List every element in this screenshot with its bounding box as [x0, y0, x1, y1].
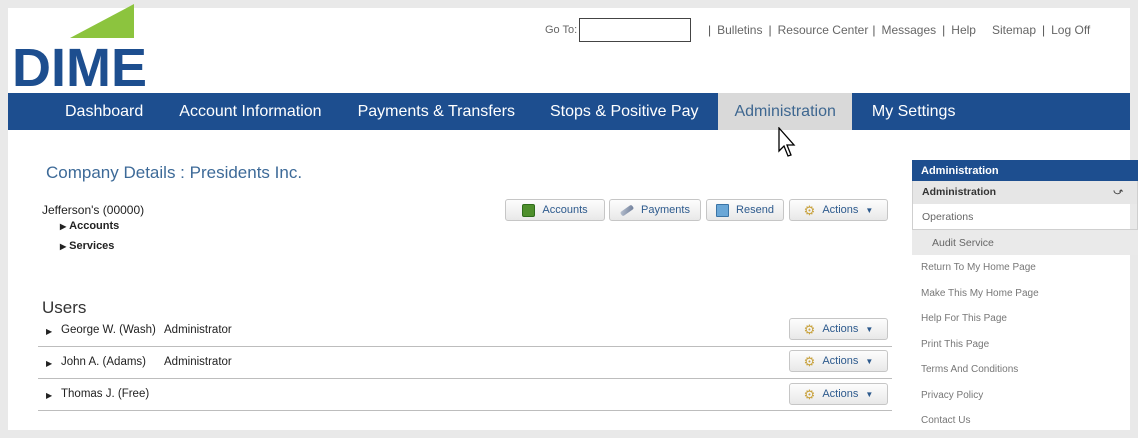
sidebar-link-print[interactable]: Print This Page — [912, 332, 1138, 358]
top-links: | Bulletins | Resource Center | Messages… — [708, 23, 1091, 37]
gear-icon: ⚙ — [803, 386, 816, 402]
mouse-cursor-icon — [778, 126, 798, 164]
sidebar-link-privacy[interactable]: Privacy Policy — [912, 383, 1138, 409]
user-actions-button[interactable]: ⚙ Actions ▼ — [789, 383, 888, 405]
chevron-down-icon: ▼ — [865, 324, 874, 334]
sidebar-menu: Administration ⤻ Operations — [912, 181, 1138, 230]
sidebar-link-make-home[interactable]: Make This My Home Page — [912, 281, 1138, 307]
resend-button[interactable]: Resend — [706, 199, 784, 221]
wrench-icon — [619, 203, 635, 217]
main-nav: Dashboard Account Information Payments &… — [8, 93, 1130, 130]
expand-triangle-icon: ▶ — [46, 327, 53, 336]
gear-icon: ⚙ — [803, 202, 816, 218]
chevron-down-icon: ▼ — [865, 205, 874, 215]
accounts-icon — [522, 203, 536, 217]
link-help[interactable]: Help — [951, 23, 976, 37]
user-row[interactable]: ▶ John A. (Adams) Administrator — [38, 347, 892, 379]
tab-account-information[interactable]: Account Information — [179, 93, 321, 130]
user-row[interactable]: ▶ George W. (Wash) Administrator — [38, 315, 892, 347]
page-title: Company Details : Presidents Inc. — [46, 163, 303, 182]
services-expander[interactable]: ▶ Services — [60, 240, 114, 252]
payments-button-label: Payments — [641, 204, 690, 216]
goto-label: Go To: — [545, 24, 578, 36]
gear-icon: ⚙ — [803, 353, 816, 369]
sidebar-item-operations[interactable]: Operations — [913, 204, 1137, 229]
logo-text: DIME — [12, 38, 147, 88]
accounts-expander-label: Accounts — [69, 220, 120, 232]
tab-administration[interactable]: Administration — [718, 93, 852, 130]
gear-icon: ⚙ — [803, 321, 816, 337]
expand-triangle-icon: ▶ — [60, 221, 67, 231]
user-role: Administrator — [164, 356, 232, 368]
resend-icon — [716, 203, 730, 217]
actions-label: Actions — [822, 204, 859, 216]
chevron-down-icon: ▼ — [865, 389, 874, 399]
accounts-expander[interactable]: ▶ Accounts — [60, 220, 119, 232]
user-actions-button[interactable]: ⚙ Actions ▼ — [789, 350, 888, 372]
payments-button[interactable]: Payments — [609, 199, 701, 221]
expand-triangle-icon: ▶ — [60, 241, 67, 251]
sidebar-header: Administration — [912, 160, 1138, 181]
sidebar-link-return-home[interactable]: Return To My Home Page — [912, 255, 1138, 281]
tab-payments-transfers[interactable]: Payments & Transfers — [358, 93, 515, 130]
user-name: Thomas J. (Free) — [61, 388, 150, 400]
actions-label: Actions — [822, 355, 859, 367]
user-role: Administrator — [164, 324, 232, 336]
sidebar-link-help[interactable]: Help For This Page — [912, 306, 1138, 332]
user-name: George W. (Wash) — [61, 324, 156, 336]
sidebar-link-contact[interactable]: Contact Us — [912, 408, 1138, 434]
expand-triangle-icon: ▶ — [46, 391, 53, 400]
sidebar-item-label: Administration — [922, 186, 997, 198]
return-arrow-icon: ⤻ — [1113, 186, 1123, 196]
link-bulletins[interactable]: Bulletins — [717, 23, 762, 37]
user-name: John A. (Adams) — [61, 356, 147, 368]
actions-label: Actions — [822, 323, 859, 335]
link-log-off[interactable]: Log Off — [1051, 23, 1090, 37]
tab-stops-positive-pay[interactable]: Stops & Positive Pay — [550, 93, 699, 130]
resend-button-label: Resend — [736, 204, 774, 216]
goto-input[interactable] — [579, 18, 692, 42]
admin-sidebar: Administration Administration ⤻ Operatio… — [912, 160, 1138, 434]
sidebar-item-audit-service[interactable]: Audit Service — [912, 230, 1138, 255]
user-row[interactable]: ▶ Thomas J. (Free) — [38, 379, 892, 411]
actions-label: Actions — [822, 388, 859, 400]
entity-name: Jefferson's (00000) — [42, 203, 145, 217]
company-actions-button[interactable]: ⚙ Actions ▼ — [789, 199, 888, 221]
link-sitemap[interactable]: Sitemap — [992, 23, 1036, 37]
services-expander-label: Services — [69, 240, 115, 252]
link-resource-center[interactable]: Resource Center — [778, 23, 869, 37]
link-messages[interactable]: Messages — [881, 23, 936, 37]
dime-logo[interactable]: DIME — [10, 4, 160, 98]
user-actions-button[interactable]: ⚙ Actions ▼ — [789, 318, 888, 340]
tab-my-settings[interactable]: My Settings — [872, 93, 956, 130]
tab-dashboard[interactable]: Dashboard — [65, 93, 143, 130]
expand-triangle-icon: ▶ — [46, 359, 53, 368]
sidebar-item-administration[interactable]: Administration ⤻ — [913, 181, 1137, 204]
goto-box: Go To: — [545, 18, 692, 42]
accounts-button[interactable]: Accounts — [505, 199, 605, 221]
sidebar-link-terms[interactable]: Terms And Conditions — [912, 357, 1138, 383]
accounts-button-label: Accounts — [542, 204, 588, 216]
chevron-down-icon: ▼ — [865, 356, 874, 366]
